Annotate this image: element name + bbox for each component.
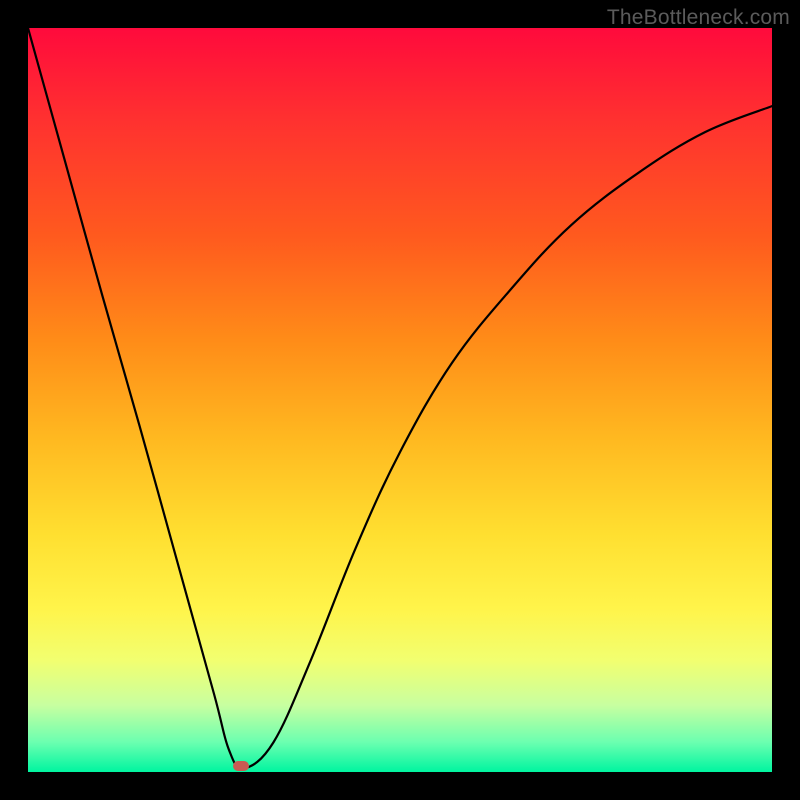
bottleneck-curve [28, 28, 772, 768]
minimum-marker [233, 761, 249, 771]
chart-frame: TheBottleneck.com [0, 0, 800, 800]
watermark-text: TheBottleneck.com [607, 6, 790, 30]
curve-svg [28, 28, 772, 772]
plot-area [28, 28, 772, 772]
